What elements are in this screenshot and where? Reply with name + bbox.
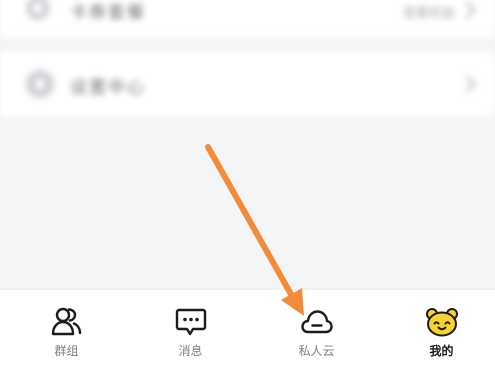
bear-face-icon <box>425 306 459 338</box>
cloud-icon <box>300 306 334 338</box>
bottom-tab-bar: 群组 消息 私人云 我的 <box>0 289 495 371</box>
settings-row-settings-center[interactable]: 设置中心 <box>0 52 495 116</box>
settings-row-label: 设置中心 <box>70 78 146 98</box>
tab-label: 私人云 <box>298 344 335 358</box>
ticket-icon <box>26 0 50 20</box>
settings-row-tickets[interactable]: 卡券套餐 查看权益 <box>0 0 495 39</box>
tab-private-cloud[interactable]: 私人云 <box>255 290 378 371</box>
tab-label: 群组 <box>54 344 79 358</box>
chevron-right-icon <box>458 1 476 19</box>
tab-group[interactable]: 群组 <box>5 290 128 371</box>
app-screen: 卡券套餐 查看权益 设置中心 群组 消息 私人云 我的 <box>0 0 495 371</box>
tab-mine[interactable]: 我的 <box>380 290 495 371</box>
gear-icon <box>26 70 54 98</box>
tab-messages[interactable]: 消息 <box>129 290 252 371</box>
chevron-right-icon <box>458 75 476 93</box>
tab-label: 消息 <box>178 344 203 358</box>
settings-row-label: 卡券套餐 <box>70 3 146 23</box>
tab-label: 我的 <box>429 344 454 358</box>
message-icon <box>174 306 208 338</box>
group-icon <box>50 306 84 338</box>
settings-row-value: 查看权益 <box>402 6 455 21</box>
